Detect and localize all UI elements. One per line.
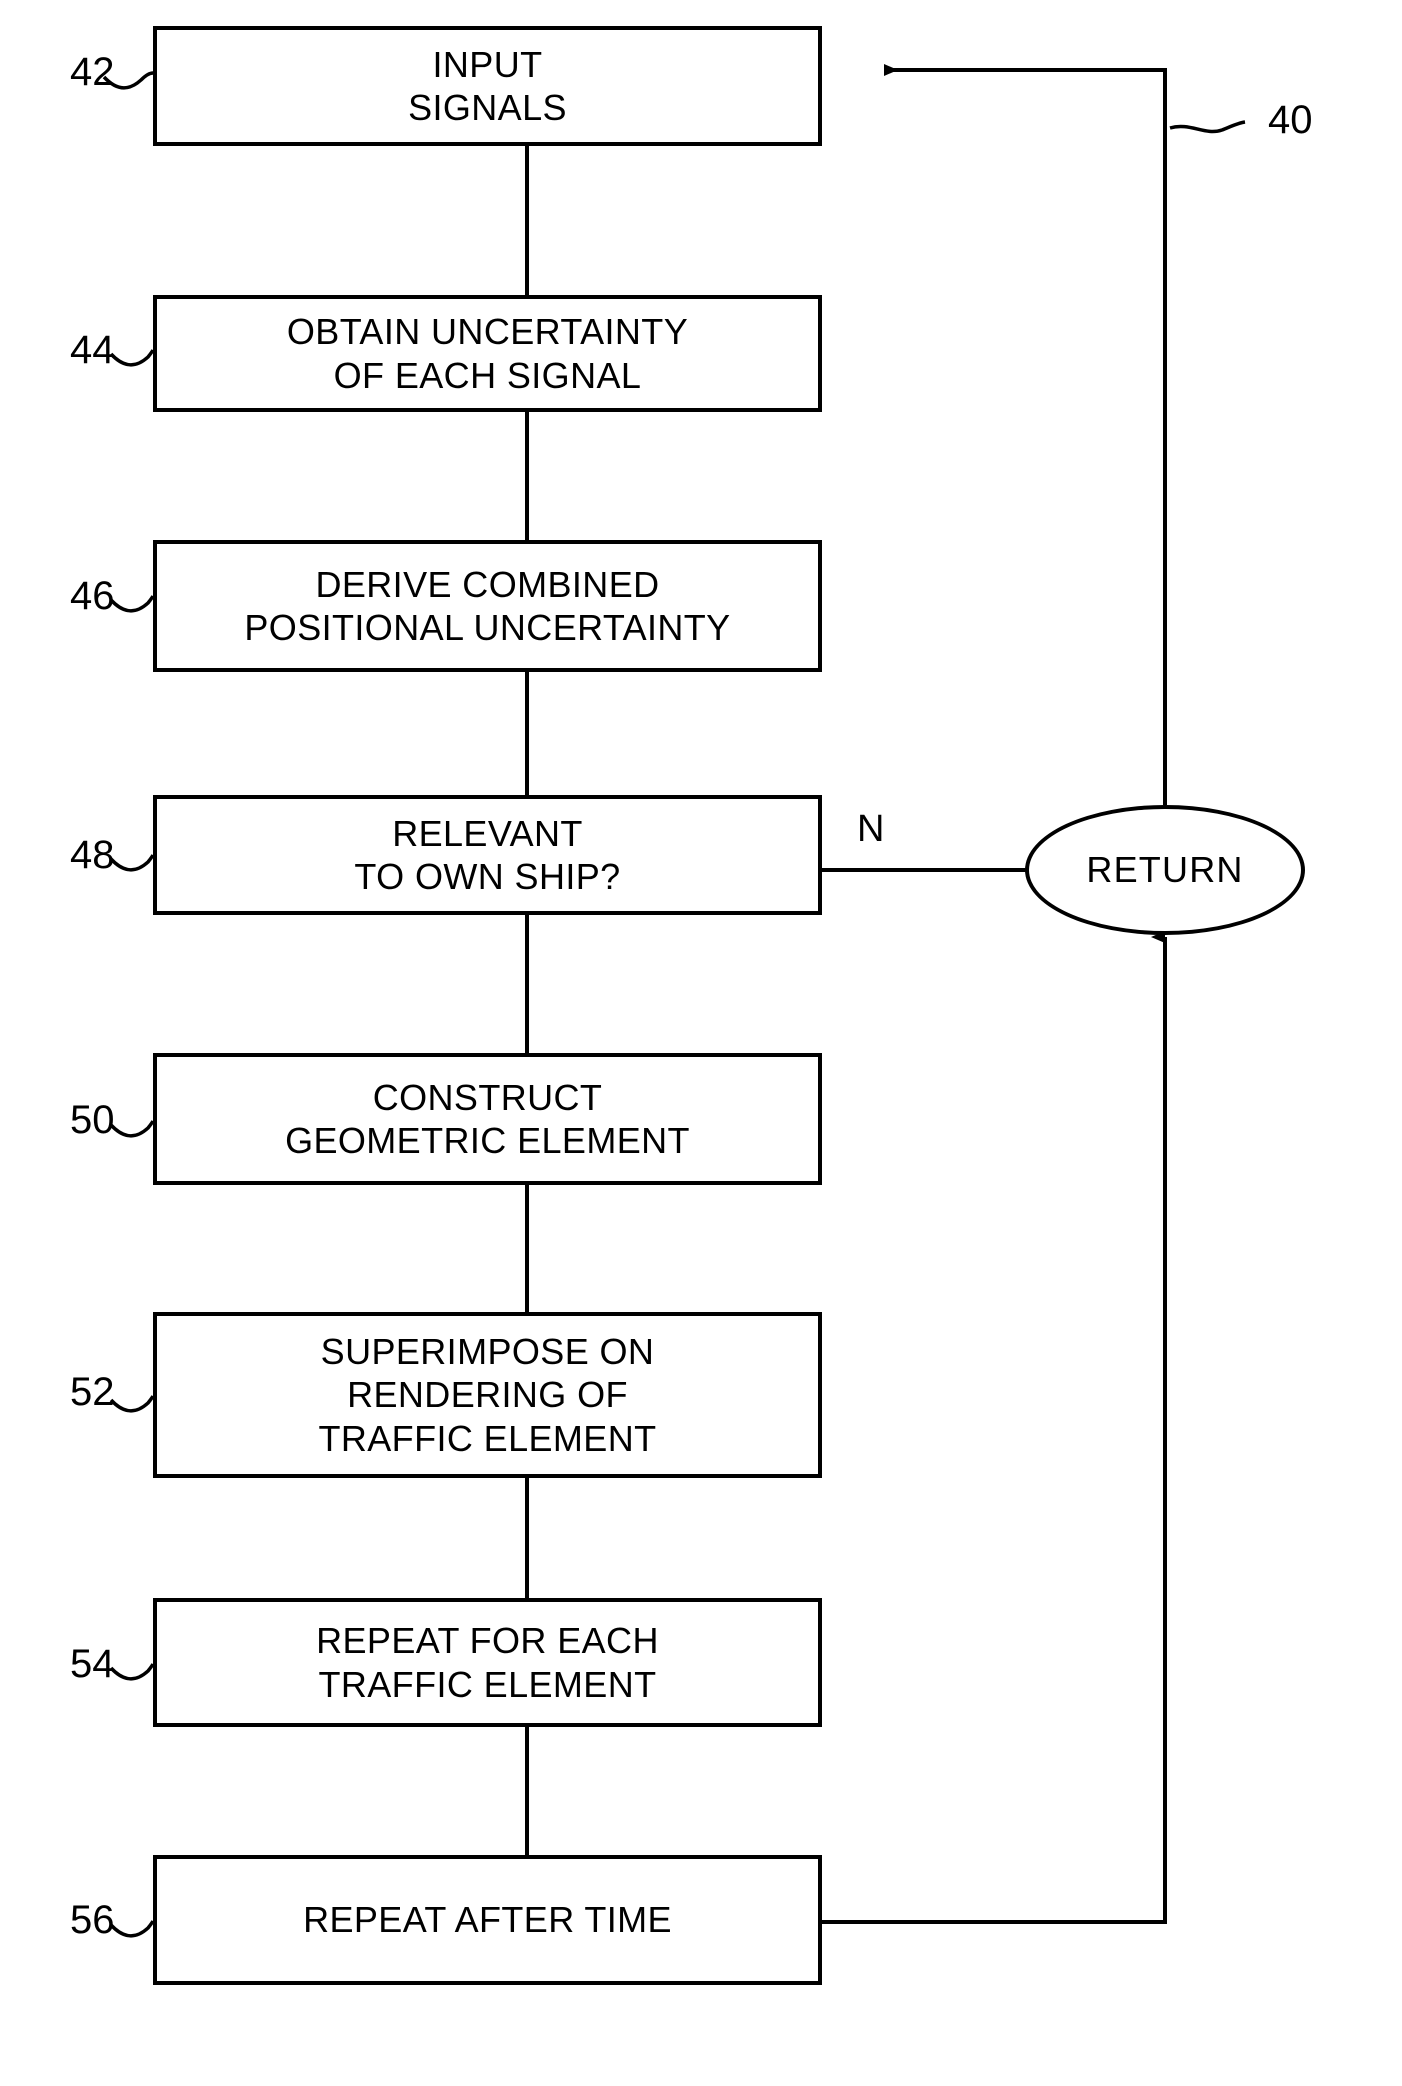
node-obtain-uncertainty: OBTAIN UNCERTAINTY OF EACH SIGNAL bbox=[153, 295, 822, 412]
node-42-line-2: SIGNALS bbox=[408, 87, 567, 128]
reference-numeral-46: 46 bbox=[70, 574, 115, 618]
leader-54 bbox=[109, 1663, 155, 1681]
reference-numeral-48: 48 bbox=[70, 833, 115, 877]
node-repeat-for-each-traffic-element: REPEAT FOR EACH TRAFFIC ELEMENT bbox=[153, 1598, 822, 1727]
connector-56-feedback bbox=[822, 937, 1167, 1924]
node-repeat-after-time: REPEAT AFTER TIME bbox=[153, 1855, 822, 1985]
node-54-line-1: REPEAT FOR EACH bbox=[316, 1620, 659, 1662]
node-48-line-2: TO OWN SHIP? bbox=[354, 856, 621, 897]
figure-canvas: 40 INPUT SIGNALS 42 OBTAIN UNCERTAINTY O… bbox=[0, 0, 1402, 2086]
leader-48 bbox=[109, 854, 155, 872]
reference-numeral-42: 42 bbox=[70, 50, 115, 94]
node-superimpose-on-rendering: SUPERIMPOSE ON RENDERING OF TRAFFIC ELEM… bbox=[153, 1312, 822, 1478]
branch-label-no: N bbox=[857, 808, 885, 850]
node-44-line-2: OF EACH SIGNAL bbox=[333, 354, 642, 396]
leader-40 bbox=[1169, 120, 1246, 134]
node-50-line-1: CONSTRUCT bbox=[372, 1076, 603, 1118]
node-construct-geometric-element: CONSTRUCT GEOMETRIC ELEMENT bbox=[153, 1053, 822, 1185]
node-derive-combined-positional-uncertainty: DERIVE COMBINED POSITIONAL UNCERTAINTY bbox=[153, 540, 822, 672]
node-50-line-2: GEOMETRIC ELEMENT bbox=[285, 1120, 690, 1161]
leader-44 bbox=[109, 349, 155, 367]
reference-numeral-50: 50 bbox=[70, 1098, 115, 1142]
leader-52 bbox=[109, 1395, 155, 1413]
terminal-return: RETURN bbox=[1025, 805, 1305, 935]
node-48-line-1: RELEVANT bbox=[392, 812, 583, 854]
node-input-signals: INPUT SIGNALS bbox=[153, 26, 822, 146]
terminal-return-label: RETURN bbox=[1086, 849, 1244, 890]
node-44-line-1: OBTAIN UNCERTAINTY bbox=[286, 311, 689, 353]
node-54-line-2: TRAFFIC ELEMENT bbox=[318, 1663, 657, 1705]
node-46-line-1: DERIVE COMBINED bbox=[315, 563, 660, 605]
leader-50 bbox=[109, 1120, 155, 1138]
reference-numeral-44: 44 bbox=[70, 328, 115, 372]
reference-numeral-56: 56 bbox=[70, 1898, 115, 1942]
node-46-line-2: POSITIONAL UNCERTAINTY bbox=[244, 607, 731, 648]
node-52-line-1: SUPERIMPOSE ON bbox=[320, 1331, 655, 1373]
leader-56 bbox=[109, 1920, 155, 1938]
node-relevant-to-own-ship: RELEVANT TO OWN SHIP? bbox=[153, 795, 822, 915]
reference-numeral-52: 52 bbox=[70, 1370, 115, 1414]
node-52-line-2: RENDERING OF bbox=[347, 1374, 628, 1416]
node-56-line-1: REPEAT AFTER TIME bbox=[303, 1899, 672, 1941]
reference-numeral-40: 40 bbox=[1268, 98, 1313, 142]
leader-46 bbox=[109, 595, 155, 613]
connector-feedback-to-42 bbox=[884, 64, 1167, 805]
node-52-line-3: TRAFFIC ELEMENT bbox=[318, 1417, 657, 1459]
node-42-line-1: INPUT bbox=[432, 43, 543, 85]
reference-numeral-54: 54 bbox=[70, 1642, 115, 1686]
